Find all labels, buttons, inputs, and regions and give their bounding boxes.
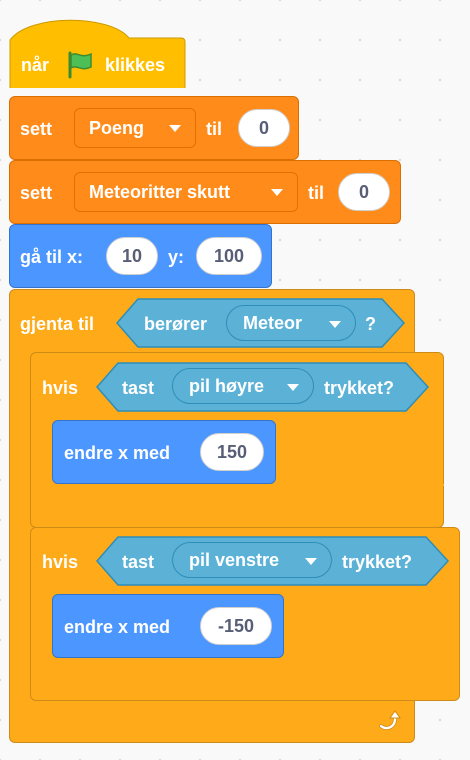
change-x-input[interactable]: 150 (200, 433, 264, 471)
key-dropdown-left[interactable]: pil venstre (172, 542, 332, 578)
key-name: pil venstre (189, 550, 280, 570)
hat-prefix: når (21, 55, 50, 75)
key-name: pil høyre (189, 376, 265, 396)
change-x-block-2[interactable]: endre x med -150 (52, 594, 284, 658)
variable-name: Meteoritter skutt (89, 182, 231, 202)
hat-suffix: klikkes (105, 55, 166, 75)
change-x-block-1[interactable]: endre x med 150 (52, 420, 276, 484)
to-label: til (308, 183, 324, 203)
touching-label: berører (144, 314, 208, 334)
touching-suffix: ? (365, 314, 376, 334)
variable-dropdown-meteoritter[interactable]: Meteoritter skutt (74, 172, 298, 212)
x-input[interactable]: 10 (106, 237, 158, 275)
change-x-label: endre x med (64, 443, 171, 463)
chevron-down-icon (287, 384, 299, 391)
go-to-xy-block[interactable]: gå til x: 10 y: 100 (9, 224, 272, 288)
repeat-label: gjenta til (20, 314, 95, 334)
key-dropdown-right[interactable]: pil høyre (172, 368, 314, 404)
change-x-input[interactable]: -150 (200, 607, 272, 645)
to-label: til (206, 119, 222, 139)
hat-shape (9, 19, 186, 88)
variable-dropdown-poeng[interactable]: Poeng (74, 108, 196, 148)
object-name: Meteor (243, 313, 303, 333)
chevron-down-icon (305, 558, 317, 565)
repeat-arrow-icon (379, 710, 401, 730)
set-value-input[interactable]: 0 (238, 109, 290, 147)
green-flag-icon (68, 51, 92, 79)
chevron-down-icon (169, 125, 181, 132)
key-prefix: tast (122, 552, 155, 572)
goto-label: gå til x: (20, 247, 84, 267)
if-label: hvis (42, 378, 79, 398)
set-label: sett (20, 183, 53, 203)
if1-mouth (51, 484, 444, 486)
chevron-down-icon (271, 189, 283, 196)
key-suffix: trykket? (342, 552, 413, 572)
y-label: y: (168, 247, 185, 267)
set-variable-block-1[interactable]: sett Poeng til 0 (9, 96, 299, 160)
set-value-input[interactable]: 0 (338, 173, 390, 211)
when-flag-clicked-block[interactable]: når klikkes (9, 19, 186, 100)
set-label: sett (20, 119, 53, 139)
variable-name: Poeng (89, 118, 145, 138)
y-input[interactable]: 100 (196, 237, 262, 275)
if-label: hvis (42, 552, 79, 572)
touching-object-dropdown[interactable]: Meteor (226, 305, 356, 341)
chevron-down-icon (329, 321, 341, 328)
key-prefix: tast (122, 378, 155, 398)
change-x-label: endre x med (64, 617, 171, 637)
set-variable-block-2[interactable]: sett Meteoritter skutt til 0 (9, 160, 401, 224)
key-suffix: trykket? (324, 378, 395, 398)
